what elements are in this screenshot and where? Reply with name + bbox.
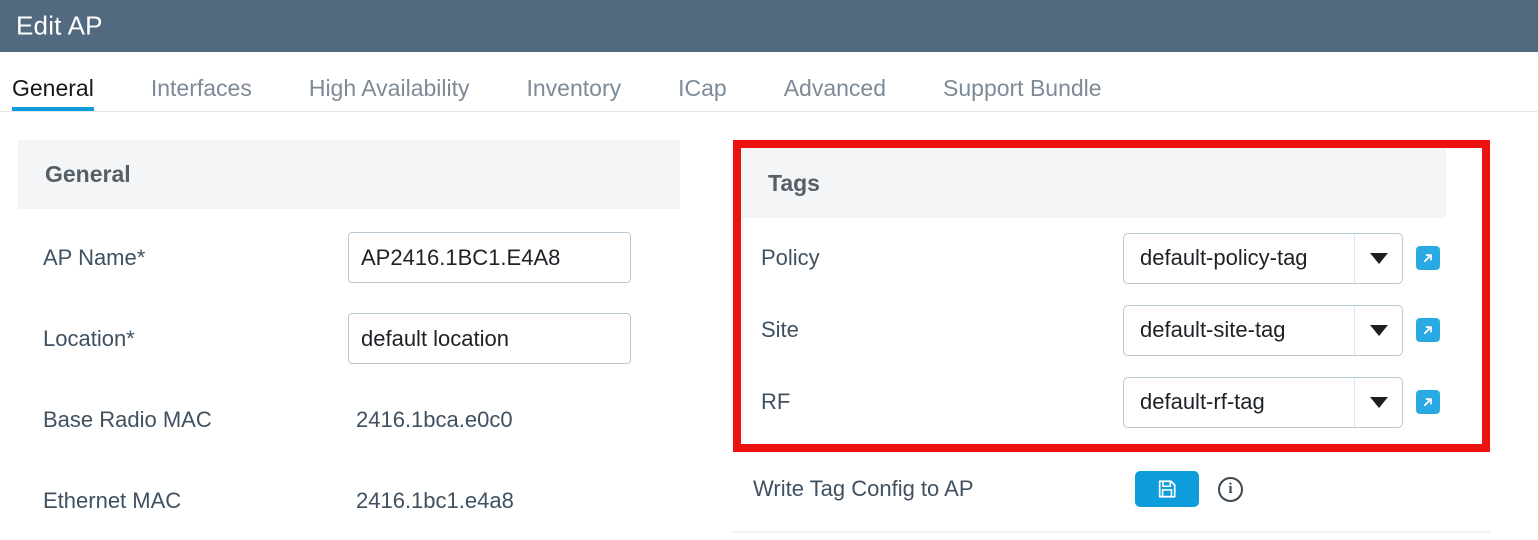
site-tag-select[interactable]: default-site-tag (1123, 304, 1403, 356)
tab-inventory-label: Inventory (526, 75, 622, 101)
tab-bar-divider (0, 111, 1538, 112)
policy-tag-selected-value: default-policy-tag (1140, 245, 1308, 270)
rf-tag-selected-value: default-rf-tag (1140, 389, 1265, 414)
ap-name-input[interactable] (348, 232, 631, 283)
site-tag-selected-value: default-site-tag (1140, 317, 1286, 342)
base-radio-mac-value: 2416.1bca.e0c0 (356, 406, 513, 432)
content-bottom-divider (733, 531, 1490, 533)
field-row-rf-tag: RF default-rf-tag (741, 366, 1482, 438)
tab-high-availability-label: High Availability (308, 75, 470, 101)
rf-tag-select[interactable]: default-rf-tag (1123, 376, 1403, 428)
field-row-ethernet-mac: Ethernet MAC 2416.1bc1.e4a8 (18, 460, 680, 540)
tags-section: Tags Policy default-policy-tag Site defa… (733, 140, 1490, 526)
general-section: General AP Name* Location* Base Radio (18, 140, 680, 540)
save-floppy-icon (1158, 480, 1176, 498)
ethernet-mac-value-wrap: 2416.1bc1.e4a8 (348, 488, 633, 514)
edit-ap-dialog: Edit AP General Interfaces High Availabi… (0, 0, 1538, 540)
field-row-location: Location* (18, 298, 680, 379)
base-radio-mac-value-wrap: 2416.1bca.e0c0 (348, 407, 633, 433)
ap-name-value-wrap (348, 232, 633, 283)
site-tag-controls: default-site-tag (1123, 304, 1440, 356)
tab-bar: General Interfaces High Availability Inv… (0, 52, 1538, 118)
rf-tag-label: RF (761, 389, 791, 414)
field-row-ap-name: AP Name* (18, 217, 680, 298)
field-row-policy-tag: Policy default-policy-tag (741, 222, 1482, 294)
policy-tag-select[interactable]: default-policy-tag (1123, 232, 1403, 284)
field-row-base-radio-mac: Base Radio MAC 2416.1bca.e0c0 (18, 379, 680, 460)
general-section-title: General (45, 161, 131, 187)
chevron-down-icon[interactable] (1355, 396, 1402, 408)
tab-support-bundle-label: Support Bundle (943, 75, 1102, 101)
chevron-down-icon[interactable] (1355, 324, 1402, 336)
policy-tag-label: Policy (761, 245, 820, 270)
rf-tag-controls: default-rf-tag (1123, 376, 1440, 428)
external-link-icon-site[interactable] (1416, 318, 1440, 342)
general-section-header: General (18, 140, 680, 209)
write-tag-config-save-button[interactable] (1135, 471, 1199, 507)
chevron-down-icon[interactable] (1355, 252, 1402, 264)
field-row-site-tag: Site default-site-tag (741, 294, 1482, 366)
base-radio-mac-label: Base Radio MAC (43, 406, 212, 432)
ap-name-label: AP Name* (43, 244, 146, 270)
tab-support-bundle[interactable]: Support Bundle (943, 52, 1102, 118)
write-tag-config-label: Write Tag Config to AP (753, 476, 974, 501)
tab-general[interactable]: General (12, 52, 94, 118)
tags-section-title: Tags (768, 169, 820, 196)
tab-advanced-label: Advanced (783, 75, 887, 101)
location-value-wrap (348, 313, 633, 364)
site-tag-label: Site (761, 317, 799, 342)
info-icon-glyph: i (1228, 480, 1233, 497)
dialog-titlebar: Edit AP (0, 0, 1538, 52)
dialog-content: General AP Name* Location* Base Radio (0, 118, 1538, 540)
ethernet-mac-value: 2416.1bc1.e4a8 (356, 487, 514, 513)
tab-high-availability[interactable]: High Availability (309, 52, 470, 118)
tags-form: Policy default-policy-tag Site default-s… (741, 218, 1482, 444)
dialog-title: Edit AP (16, 10, 103, 41)
tab-icap-label: ICap (678, 75, 727, 101)
policy-tag-controls: default-policy-tag (1123, 232, 1440, 284)
external-link-icon-rf[interactable] (1416, 390, 1440, 414)
info-circle-icon[interactable]: i (1218, 476, 1243, 502)
tab-interfaces-label: Interfaces (150, 75, 252, 101)
tab-icap[interactable]: ICap (678, 52, 727, 118)
tags-card: Tags Policy default-policy-tag Site defa… (741, 148, 1482, 444)
tab-advanced[interactable]: Advanced (784, 52, 886, 118)
tab-inventory[interactable]: Inventory (527, 52, 622, 118)
ethernet-mac-label: Ethernet MAC (43, 487, 182, 513)
write-tag-config-row: Write Tag Config to AP i (733, 452, 1490, 526)
tags-section-header: Tags (741, 148, 1446, 218)
tags-highlight-box: Tags Policy default-policy-tag Site defa… (733, 140, 1490, 452)
tab-list: General Interfaces High Availability Inv… (12, 52, 1102, 118)
external-link-icon-policy[interactable] (1416, 246, 1440, 270)
location-input[interactable] (348, 313, 631, 364)
tab-general-label: General (12, 75, 94, 101)
tab-interfaces[interactable]: Interfaces (151, 52, 252, 118)
location-label: Location* (43, 325, 135, 351)
general-form: AP Name* Location* Base Radio MAC 2416.1… (18, 209, 680, 540)
